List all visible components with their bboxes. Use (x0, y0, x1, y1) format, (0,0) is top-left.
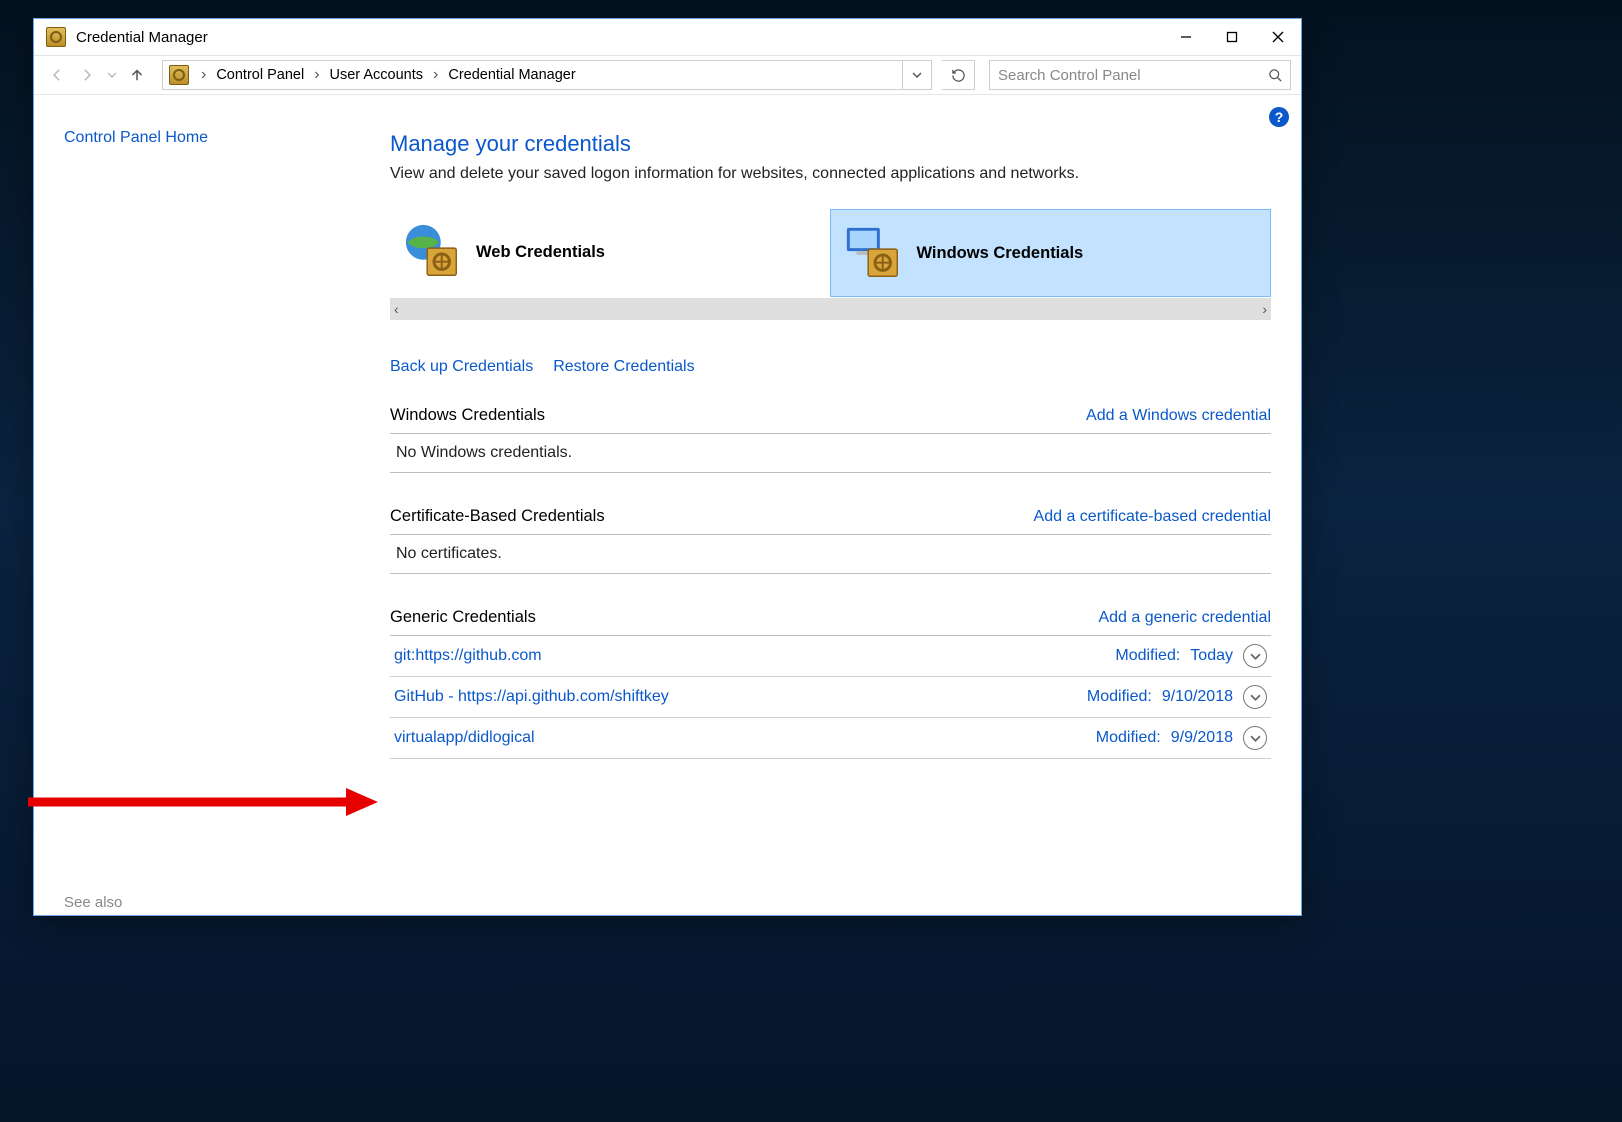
windows-credentials-label: Windows Credentials (917, 244, 1084, 263)
chevron-left-icon[interactable]: ‹ (394, 301, 399, 317)
nav-back-button[interactable] (44, 62, 70, 88)
chevron-right-icon: › (308, 66, 325, 84)
search-box[interactable] (989, 60, 1291, 90)
web-credentials-label: Web Credentials (476, 243, 605, 262)
breadcrumb[interactable]: Control Panel (212, 67, 308, 83)
page-description: View and delete your saved logon informa… (390, 165, 1271, 183)
address-icon (169, 65, 189, 85)
section-empty-text: No Windows credentials. (390, 434, 1271, 473)
restore-credentials-link[interactable]: Restore Credentials (553, 358, 694, 376)
main-content: ? Manage your credentials View and delet… (390, 95, 1301, 915)
sidebar: Control Panel Home See also (34, 95, 390, 915)
expand-row-button[interactable] (1243, 685, 1267, 709)
tile-scrollbar[interactable]: ‹ › (390, 298, 1271, 320)
credential-name: git:https://github.com (394, 647, 542, 665)
section-empty-text: No certificates. (390, 535, 1271, 574)
section-title: Windows Credentials (390, 406, 545, 425)
address-dropdown[interactable] (902, 61, 931, 89)
nav-recent-button[interactable] (104, 70, 120, 80)
search-input[interactable] (990, 67, 1260, 84)
nav-forward-button[interactable] (74, 62, 100, 88)
modified-label: Modified: (1096, 729, 1161, 747)
expand-row-button[interactable] (1243, 644, 1267, 668)
close-button[interactable] (1255, 19, 1301, 55)
breadcrumb[interactable]: Credential Manager (444, 67, 579, 83)
help-icon[interactable]: ? (1269, 107, 1289, 127)
breadcrumb[interactable]: User Accounts (326, 67, 428, 83)
credential-type-tiles: Web Credentials Windows Credentials (390, 209, 1271, 297)
page-heading: Manage your credentials (390, 131, 1271, 157)
nav-up-button[interactable] (124, 62, 150, 88)
titlebar: Credential Manager (34, 19, 1301, 56)
modified-value: 9/9/2018 (1171, 729, 1233, 747)
maximize-button[interactable] (1209, 19, 1255, 55)
chevron-right-icon: › (427, 66, 444, 84)
address-bar[interactable]: › Control Panel › User Accounts › Creden… (162, 60, 932, 90)
section-header-generic: Generic Credentials Add a generic creden… (390, 600, 1271, 636)
minimize-button[interactable] (1163, 19, 1209, 55)
modified-label: Modified: (1087, 688, 1152, 706)
chevron-right-icon[interactable]: › (1262, 301, 1267, 317)
globe-vault-icon (402, 221, 464, 283)
control-panel-home-link[interactable]: Control Panel Home (64, 129, 208, 146)
expand-row-button[interactable] (1243, 726, 1267, 750)
pc-vault-icon (843, 222, 905, 284)
section-title: Certificate-Based Credentials (390, 507, 605, 526)
refresh-button[interactable] (942, 60, 975, 90)
search-icon[interactable] (1260, 68, 1290, 83)
web-credentials-tile[interactable]: Web Credentials (390, 209, 830, 295)
modified-value: Today (1190, 647, 1233, 665)
backup-credentials-link[interactable]: Back up Credentials (390, 358, 533, 376)
windows-credentials-tile[interactable]: Windows Credentials (830, 209, 1272, 297)
credential-name: virtualapp/didlogical (394, 729, 535, 747)
navbar: › Control Panel › User Accounts › Creden… (34, 56, 1301, 95)
credential-row[interactable]: GitHub - https://api.github.com/shiftkey… (390, 677, 1271, 718)
window-title: Credential Manager (76, 29, 208, 46)
window: Credential Manager › Control Panel › Use… (33, 18, 1302, 916)
modified-label: Modified: (1115, 647, 1180, 665)
credential-row[interactable]: virtualapp/didlogical Modified: 9/9/2018 (390, 718, 1271, 759)
add-certificate-credential-link[interactable]: Add a certificate-based credential (1034, 508, 1271, 526)
app-icon (46, 27, 66, 47)
see-also-label: See also (64, 894, 122, 911)
credential-row[interactable]: git:https://github.com Modified: Today (390, 636, 1271, 677)
credential-name: GitHub - https://api.github.com/shiftkey (394, 688, 669, 706)
chevron-right-icon: › (195, 66, 212, 84)
modified-value: 9/10/2018 (1162, 688, 1233, 706)
add-generic-credential-link[interactable]: Add a generic credential (1098, 609, 1271, 627)
section-title: Generic Credentials (390, 608, 536, 627)
section-header-certificate: Certificate-Based Credentials Add a cert… (390, 499, 1271, 535)
add-windows-credential-link[interactable]: Add a Windows credential (1086, 407, 1271, 425)
section-header-windows: Windows Credentials Add a Windows creden… (390, 398, 1271, 434)
